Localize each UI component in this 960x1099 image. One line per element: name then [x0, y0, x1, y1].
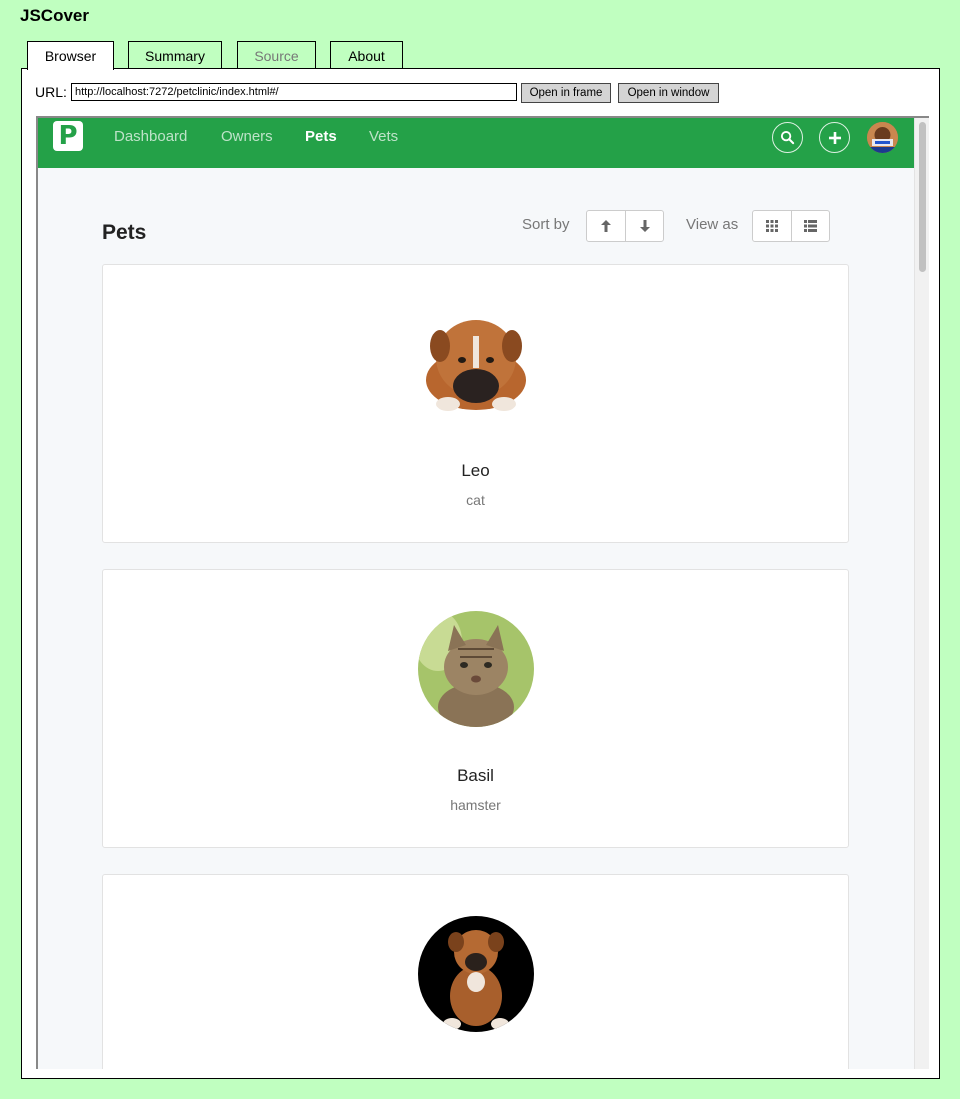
search-icon: [780, 130, 795, 145]
tab-source[interactable]: Source: [237, 41, 316, 69]
nav-owners[interactable]: Owners: [221, 128, 273, 145]
user-avatar[interactable]: [867, 122, 898, 153]
pet-type: hamster: [450, 797, 501, 813]
arrow-down-icon: [639, 220, 650, 232]
grid-view-button[interactable]: [753, 211, 791, 241]
nav-vets[interactable]: Vets: [369, 128, 398, 145]
scrollbar-thumb[interactable]: [919, 122, 926, 272]
nav-pets[interactable]: Pets: [305, 128, 337, 145]
iframe-scrollbar[interactable]: [914, 118, 929, 1069]
view-buttons: [752, 210, 830, 242]
arrow-up-icon: [601, 220, 611, 232]
pet-card[interactable]: Basil hamster: [102, 569, 849, 848]
pet-name: Leo: [461, 461, 490, 480]
pet-photo: [418, 611, 534, 727]
pet-photo: [418, 306, 534, 422]
app-iframe: P Dashboard Owners Pets Vets Pets Sort b…: [36, 116, 929, 1069]
page-title: Pets: [102, 221, 147, 244]
list-view-button[interactable]: [791, 211, 829, 241]
open-in-window-button[interactable]: Open in window: [618, 83, 719, 103]
tab-about[interactable]: About: [330, 41, 403, 69]
pet-type: cat: [466, 492, 485, 508]
add-button[interactable]: [819, 122, 850, 153]
open-in-frame-button[interactable]: Open in frame: [521, 83, 611, 103]
sort-ascending-button[interactable]: [587, 211, 625, 241]
sort-label: Sort by: [522, 216, 570, 233]
grid-icon: [766, 220, 778, 232]
petclinic-logo[interactable]: P: [53, 121, 83, 151]
url-input[interactable]: [71, 83, 517, 101]
tab-browser[interactable]: Browser: [27, 41, 114, 70]
sort-buttons: [586, 210, 664, 242]
pet-card[interactable]: Leo cat: [102, 264, 849, 543]
list-icon: [804, 220, 817, 232]
app-title: JSCover: [20, 6, 89, 25]
petclinic-navbar: P Dashboard Owners Pets Vets: [38, 118, 914, 168]
pet-photo: [418, 916, 534, 1032]
pet-card[interactable]: [102, 874, 849, 1069]
plus-icon: [828, 131, 841, 144]
tab-summary[interactable]: Summary: [128, 41, 222, 69]
sort-descending-button[interactable]: [625, 211, 663, 241]
view-label: View as: [686, 216, 739, 233]
avatar-image: [867, 122, 898, 153]
pet-name: Basil: [457, 766, 494, 785]
search-button[interactable]: [772, 122, 803, 153]
nav-dashboard[interactable]: Dashboard: [114, 128, 187, 145]
url-label: URL:: [35, 84, 67, 100]
browser-panel: URL: Open in frame Open in window P Dash…: [21, 68, 940, 1079]
